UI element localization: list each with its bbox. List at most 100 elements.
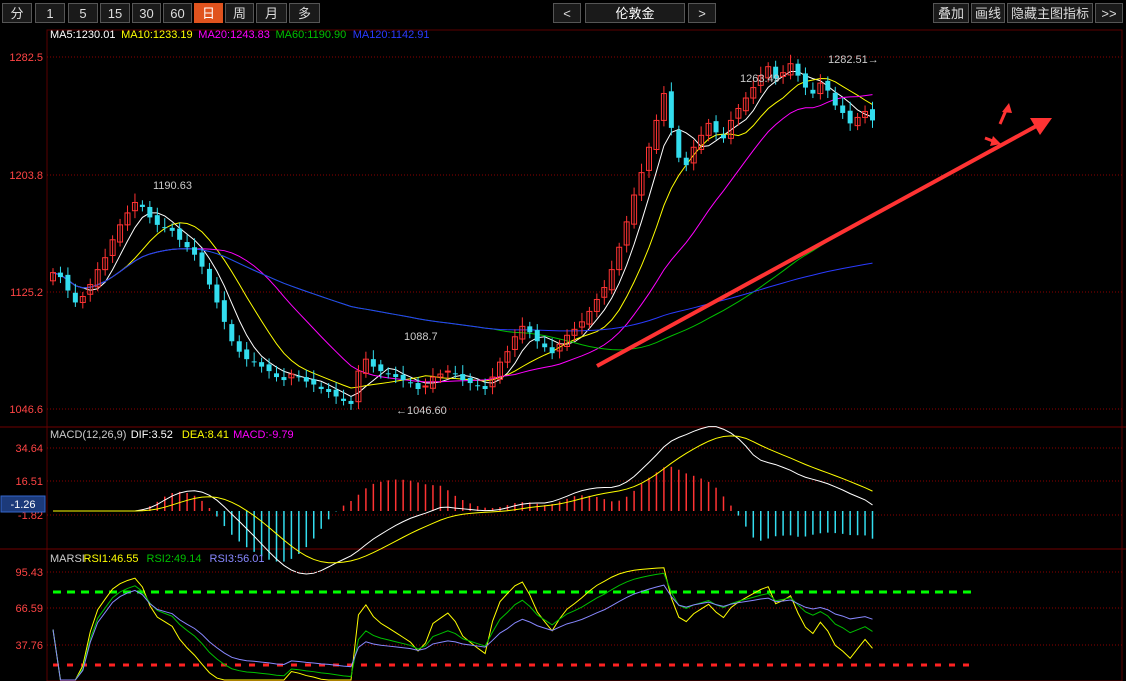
macd-legend-item: DIF:3.52 [131, 429, 173, 441]
main-y-axis: 1282.5 1203.8 1125.2 1046.6 [9, 52, 43, 416]
candle-up [444, 370, 451, 373]
candle-down [810, 89, 816, 94]
chart-area[interactable]: 1282.5 1203.8 1125.2 1046.6 MA5:1230.01 MA10… [0, 26, 1126, 681]
candle-up [422, 385, 429, 388]
candle-down [676, 130, 682, 158]
macd-pane: 34.6416.51-1.82MACD(12,26,9) DIF:3.52 DEA:… [0, 426, 1122, 575]
chart-toolbar: 分 1 5 15 30 60 日周月多 < 伦敦金 > 叠加 画线 隐藏主图指标 >> [0, 0, 1126, 26]
candle-down [378, 364, 384, 372]
rsi-legend-item: MARSI [50, 553, 85, 565]
period-button-7[interactable]: 周 [225, 3, 254, 23]
candle-down [683, 157, 689, 166]
candle-down [311, 379, 317, 385]
high-annotation: 1190.63 [153, 180, 192, 192]
period-button-5[interactable]: 60 [163, 3, 192, 23]
rsi-y-tick: 95.43 [15, 567, 43, 579]
period-button-0[interactable]: 分 [2, 3, 32, 23]
rsi-legend-item: RSI2:49.14 [147, 553, 202, 565]
candle-down [326, 389, 332, 392]
period-button-1[interactable]: 1 [35, 3, 65, 23]
candle-down [72, 292, 78, 303]
candle-down [527, 326, 533, 333]
symbol-title: 伦敦金 [585, 3, 685, 23]
candle-down [393, 374, 399, 378]
candle-down [274, 373, 279, 378]
period-button-6[interactable]: 日 [194, 3, 223, 23]
period-button-9[interactable]: 多 [289, 3, 320, 23]
rsi-y-tick: 66.59 [15, 603, 43, 615]
high-annotation: 1263.49 [740, 73, 780, 85]
candle-down [870, 109, 875, 121]
prev-symbol-button[interactable]: < [553, 3, 581, 23]
high-annotation: 1282.51→ [828, 54, 879, 66]
y-tick-label: 1046.6 [9, 404, 43, 416]
macd-current-value: -1.26 [10, 499, 35, 511]
low-annotation: ←1046.60 [396, 405, 447, 417]
rsi-legend-item: RSI3:56.01 [210, 553, 265, 565]
candle-down [65, 274, 71, 291]
ma-legend-item: MA60:1190.90 [276, 29, 347, 41]
period-button-8[interactable]: 月 [256, 3, 287, 23]
period-button-3[interactable]: 15 [100, 3, 130, 23]
candle-down [296, 376, 302, 378]
more-button[interactable]: >> [1095, 3, 1123, 23]
y-tick-label: 1203.8 [9, 170, 43, 182]
ma-legend-item: MA120:1142.91 [353, 29, 430, 41]
candle-down [460, 374, 466, 381]
candle-down [266, 364, 272, 372]
hide-indicators-button[interactable]: 隐藏主图指标 [1007, 3, 1093, 23]
candle-down [259, 362, 265, 367]
next-symbol-button[interactable]: > [688, 3, 716, 23]
macd-legend-item: MACD:-9.79 [233, 429, 294, 441]
period-button-4[interactable]: 30 [132, 3, 161, 23]
candle-down [303, 377, 309, 382]
candle-down [169, 227, 175, 231]
candle-down [452, 373, 458, 375]
ma-line-5 [52, 70, 873, 398]
period-button-2[interactable]: 5 [68, 3, 98, 23]
candle-down [400, 374, 406, 381]
candle-down [341, 398, 347, 401]
y-tick-label: 1282.5 [9, 52, 43, 64]
ma-legend-item: MA5:1230.01 [50, 29, 115, 41]
candle-down [192, 247, 198, 255]
candle-down [281, 377, 287, 381]
candle-down [177, 228, 183, 240]
chart-frame [0, 29, 1126, 681]
candle-down [713, 121, 719, 133]
macd-legend-item: DEA:8.41 [182, 429, 229, 441]
candle-down [795, 63, 801, 76]
candle-down [333, 389, 339, 397]
draw-line-button[interactable]: 画线 [971, 3, 1005, 23]
low-annotation: 1088.7 [404, 331, 438, 343]
candle-down [475, 385, 481, 387]
rsi-pane: 95.43 66.59 37.76 MARSIRSI1:46.55 RSI2:49.14… [15, 553, 1122, 681]
candle-down [348, 400, 354, 404]
candle-down [244, 349, 250, 360]
candle-down [542, 343, 548, 348]
y-tick-label: 1125.2 [10, 287, 43, 299]
candle-down [415, 383, 421, 390]
ma-line-10 [52, 77, 873, 389]
candle-down [318, 386, 324, 390]
candle-down [162, 227, 168, 229]
candle-down [221, 300, 227, 322]
candle-down [154, 215, 160, 225]
trend-arrow [596, 122, 1041, 368]
candle-down [206, 268, 212, 285]
ma-line-120 [52, 248, 873, 332]
main-legend: MA5:1230.01 MA10:1233.19 MA20:1243.83 MA60:… [50, 29, 430, 41]
candle-down [549, 347, 555, 354]
overlay-button[interactable]: 叠加 [933, 3, 969, 23]
candle-down [57, 272, 63, 278]
candle-down [847, 110, 853, 124]
candle-down [840, 105, 846, 113]
candle-down [147, 206, 153, 218]
rsi-line-6 [52, 567, 873, 681]
dea-line [53, 435, 873, 564]
candle-down [184, 242, 190, 248]
candle-down [251, 361, 257, 363]
candle-down [139, 204, 145, 207]
candle-down [534, 330, 540, 342]
candle-down [385, 373, 391, 375]
